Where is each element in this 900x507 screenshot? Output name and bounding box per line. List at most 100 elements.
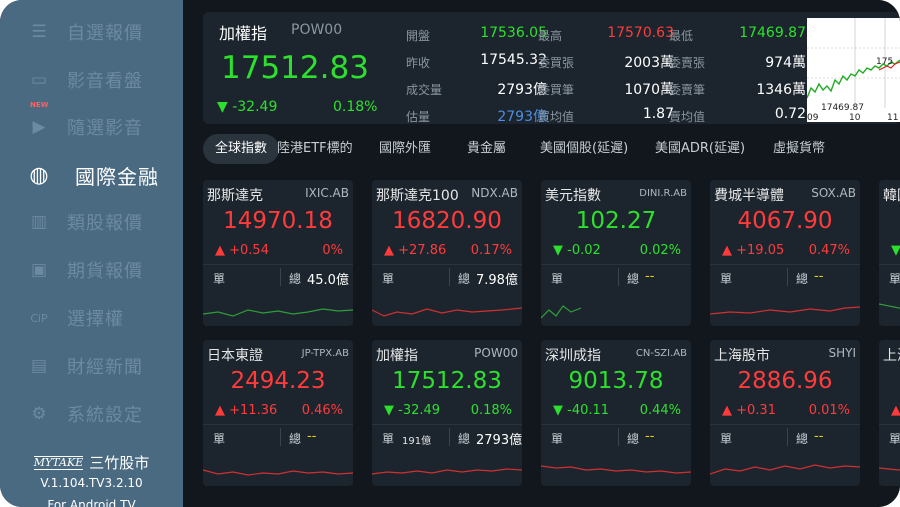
card-change: ▼ -0.02	[553, 243, 601, 258]
stat-label: 最高	[538, 29, 563, 43]
card-vertical-divider	[449, 268, 450, 286]
card-price: 102.27	[575, 208, 657, 234]
card-code: DINI.R.AB	[639, 188, 687, 199]
card-name: 費城半導體	[714, 188, 784, 204]
card-change: ▲ +19.05	[722, 243, 784, 258]
index-card[interactable]: 上海股市 SHYI 2886.96 ▲ +0.31 0.01% 單 總 --	[710, 340, 860, 486]
down-arrow-icon: ▼	[384, 403, 394, 418]
card-label-single: 單	[382, 272, 395, 286]
sidebar-item-label: 自選報價	[67, 23, 143, 44]
index-summary-panel[interactable]: 加權指 POW00 17512.83 ▼ -32.49 0.18% 開盤 1753…	[203, 12, 900, 125]
card-change-pct: 0.17%	[470, 243, 512, 258]
card-vertical-divider	[618, 428, 619, 446]
sidebar-item[interactable]: ☰ 自選報價	[0, 12, 183, 52]
platform-label: For Android TV	[47, 498, 136, 507]
card-label-single: 單	[213, 432, 226, 446]
sidebar-item-label: 類股報價	[67, 213, 143, 234]
card-code: SHYI	[828, 346, 856, 360]
sidebar-item-label: 影音看盤	[67, 71, 143, 92]
new-badge: NEW	[30, 101, 49, 109]
card-code: CN-SZI.AB	[635, 348, 687, 359]
card-change-pct: 0.02%	[639, 243, 681, 258]
sidebar-item[interactable]: ▣ 期貨報價	[0, 250, 183, 290]
brand-block: MYTAKE 三竹股市 V.1.104.TV3.2.10 For Android TV	[0, 452, 183, 507]
index-card[interactable]: 那斯達克 IXIC.AB 14970.18 ▲ +0.54 0% 單 總 45.0億	[203, 180, 353, 326]
stat-label: 委賣筆	[669, 83, 706, 97]
tab[interactable]: 陸港ETF標的	[277, 134, 353, 164]
stat-label: 最低	[669, 29, 694, 43]
card-change-pct: 0.47%	[808, 243, 850, 258]
card-change: ▲	[891, 403, 900, 418]
sidebar-item[interactable]: CiP 選擇權	[0, 298, 183, 338]
tab[interactable]: 國際外匯	[379, 134, 431, 164]
card-vertical-divider	[280, 428, 281, 446]
card-name: 日本東證	[207, 348, 263, 364]
card-change-value: +11.36	[229, 403, 278, 418]
summary-change: ▼ -32.49	[217, 99, 278, 115]
card-vertical-divider	[618, 268, 619, 286]
stat-label: 買均值	[538, 110, 575, 124]
card-label-total: 總	[796, 272, 809, 286]
main-content: 加權指 POW00 17512.83 ▼ -32.49 0.18% 開盤 1753…	[183, 0, 900, 507]
sidebar-item[interactable]: ▭ 影音看盤	[0, 60, 183, 100]
card-code: JP-TPX.AB	[301, 348, 349, 359]
index-card[interactable]: 深圳成指 CN-SZI.AB 9013.78 ▼ -40.11 0.44% 單 總 --	[541, 340, 691, 486]
sparkline-path	[541, 465, 691, 474]
tab[interactable]: 美國個股(延遲)	[540, 134, 628, 164]
card-label-single: 單	[720, 272, 733, 286]
mini-chart-x-tick: 11	[887, 113, 898, 122]
tab[interactable]: 全球指數	[203, 134, 280, 164]
card-sparkline	[203, 469, 353, 476]
card-label-total: 總	[627, 432, 640, 446]
card-code: IXIC.AB	[305, 186, 349, 200]
tab[interactable]: 虛擬貨幣	[773, 134, 825, 164]
up-arrow-icon: ▲	[215, 403, 225, 418]
sidebar-item[interactable]: ⚙ 系統設定	[0, 394, 183, 434]
card-label-single: 單	[213, 272, 226, 286]
card-price: 2494.23	[230, 368, 326, 394]
sparkline-path	[372, 307, 522, 317]
index-card[interactable]: 費城半導體 SOX.AB 4067.90 ▲ +19.05 0.47% 單 總 --	[710, 180, 860, 326]
sidebar-item[interactable]: ▶ NEW 隨選影音	[0, 101, 183, 147]
card-change-value: +19.05	[736, 243, 785, 258]
card-price: 14970.18	[223, 208, 333, 234]
index-card[interactable]: 韓國 ▼ 單	[879, 180, 900, 326]
app-version: V.1.104.TV3.2.10	[40, 476, 143, 490]
stat-label: 委買張	[538, 56, 575, 70]
stat-value: 17536.05	[480, 25, 547, 41]
index-card[interactable]: 美元指數 DINI.R.AB 102.27 ▼ -0.02 0.02% 單 總 --	[541, 180, 691, 326]
sidebar-item-label: 隨選影音	[67, 118, 143, 139]
stat-label: 估量	[406, 110, 431, 124]
card-sparkline	[541, 465, 691, 474]
tab[interactable]: 貴金屬	[467, 134, 506, 164]
index-card[interactable]: 日本東證 JP-TPX.AB 2494.23 ▲ +11.36 0.46% 單 總 --	[203, 340, 353, 486]
card-divider	[203, 424, 353, 425]
sidebar-item[interactable]: ▥ 類股報價	[0, 202, 183, 242]
sidebar-item[interactable]: ◍ 國際金融	[0, 155, 183, 195]
card-price: 17512.83	[392, 368, 502, 394]
card-label-single: 單	[551, 432, 564, 446]
card-sparkline	[879, 467, 900, 471]
tab[interactable]: 美國ADR(延遲)	[655, 134, 745, 164]
stat-label: 開盤	[406, 29, 431, 43]
card-label-single: 單	[382, 432, 395, 446]
stat-value: 2793億	[497, 109, 547, 125]
index-card[interactable]: 上海 ▲ 單	[879, 340, 900, 486]
sparkline-path	[203, 308, 353, 317]
sidebar-item-label: 財經新聞	[67, 357, 143, 378]
card-divider	[879, 264, 900, 265]
mytake-logo: MYTAKE	[33, 455, 84, 470]
sidebar-item[interactable]: ▤ 財經新聞	[0, 346, 183, 386]
up-arrow-icon: ▲	[722, 243, 732, 258]
sidebar-item-label: 系統設定	[67, 405, 143, 426]
index-card[interactable]: 那斯達克100 NDX.AB 16820.90 ▲ +27.86 0.17% 單 總 7.98…	[372, 180, 522, 326]
card-change-pct: 0.18%	[470, 403, 512, 418]
card-label-single: 單	[889, 432, 900, 446]
mini-chart-high-label: 175	[876, 57, 893, 67]
stat-label: 成交量	[406, 83, 443, 97]
index-card[interactable]: 加權指 POW00 17512.83 ▼ -32.49 0.18% 單 191億 總 2793億	[372, 340, 522, 486]
stat-value: 1070萬	[624, 82, 674, 98]
card-change: ▲ +27.86	[384, 243, 446, 258]
card-price: 16820.90	[392, 208, 502, 234]
card-label-total: 總	[458, 432, 471, 446]
